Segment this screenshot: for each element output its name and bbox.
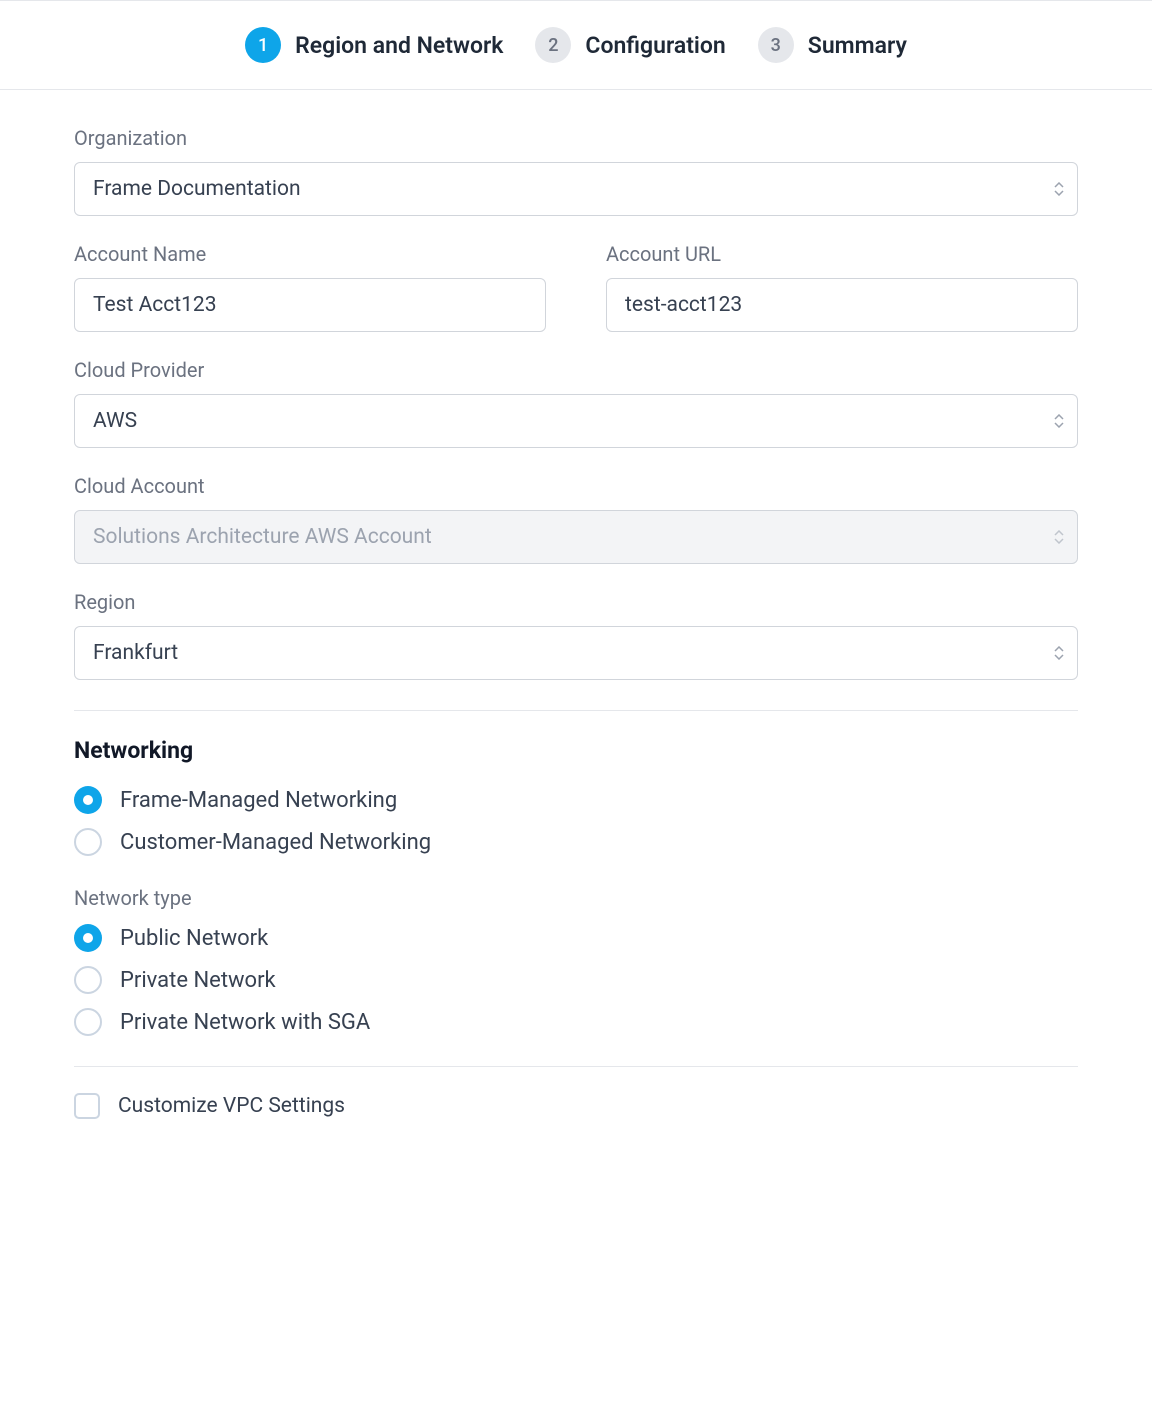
networking-title: Networking [74,737,1078,764]
account-url-label: Account URL [606,242,1078,266]
account-name-input[interactable] [74,278,546,332]
radio-icon [74,966,102,994]
cloud-account-select: Solutions Architecture AWS Account [74,510,1078,564]
step-configuration[interactable]: 2 Configuration [535,27,725,63]
radio-icon [74,786,102,814]
organization-select[interactable]: Frame Documentation [74,162,1078,216]
network-type-label: Network type [74,886,1078,910]
step-label: Summary [808,32,907,59]
cloud-provider-value: AWS [93,409,137,433]
radio-private-network-sga[interactable]: Private Network with SGA [74,1008,1078,1036]
radio-customer-managed[interactable]: Customer-Managed Networking [74,828,1078,856]
radio-label: Customer-Managed Networking [120,830,431,855]
region-select[interactable]: Frankfurt [74,626,1078,680]
form-region-network: Organization Frame Documentation Account… [0,90,1152,1179]
field-cloud-provider: Cloud Provider AWS [74,358,1078,448]
divider [74,1066,1078,1067]
cloud-account-label: Cloud Account [74,474,1078,498]
networking-mode-group: Frame-Managed Networking Customer-Manage… [74,786,1078,856]
radio-icon [74,924,102,952]
radio-private-network[interactable]: Private Network [74,966,1078,994]
account-name-label: Account Name [74,242,546,266]
radio-label: Frame-Managed Networking [120,788,397,813]
checkbox-customize-vpc[interactable]: Customize VPC Settings [74,1093,1078,1119]
step-region-network[interactable]: 1 Region and Network [245,27,503,63]
step-label: Region and Network [295,32,503,59]
organization-label: Organization [74,126,1078,150]
radio-label: Private Network [120,968,276,993]
field-region: Region Frankfurt [74,590,1078,680]
field-account-url: Account URL [606,242,1078,332]
cloud-provider-label: Cloud Provider [74,358,1078,382]
field-cloud-account: Cloud Account Solutions Architecture AWS… [74,474,1078,564]
account-url-input[interactable] [606,278,1078,332]
radio-frame-managed[interactable]: Frame-Managed Networking [74,786,1078,814]
radio-icon [74,828,102,856]
radio-icon [74,1008,102,1036]
radio-label: Private Network with SGA [120,1010,370,1035]
checkbox-icon [74,1093,100,1119]
radio-label: Public Network [120,926,268,951]
step-label: Configuration [585,32,725,59]
step-number-badge: 1 [245,27,281,63]
network-type-group: Public Network Private Network Private N… [74,924,1078,1036]
divider [74,710,1078,711]
field-account-name: Account Name [74,242,546,332]
field-organization: Organization Frame Documentation [74,126,1078,216]
cloud-account-value: Solutions Architecture AWS Account [93,525,432,549]
step-number-badge: 2 [535,27,571,63]
region-value: Frankfurt [93,641,178,665]
organization-value: Frame Documentation [93,177,301,201]
radio-public-network[interactable]: Public Network [74,924,1078,952]
checkbox-label: Customize VPC Settings [118,1094,345,1118]
region-label: Region [74,590,1078,614]
stepper: 1 Region and Network 2 Configuration 3 S… [0,1,1152,90]
cloud-provider-select[interactable]: AWS [74,394,1078,448]
step-summary[interactable]: 3 Summary [758,27,907,63]
step-number-badge: 3 [758,27,794,63]
